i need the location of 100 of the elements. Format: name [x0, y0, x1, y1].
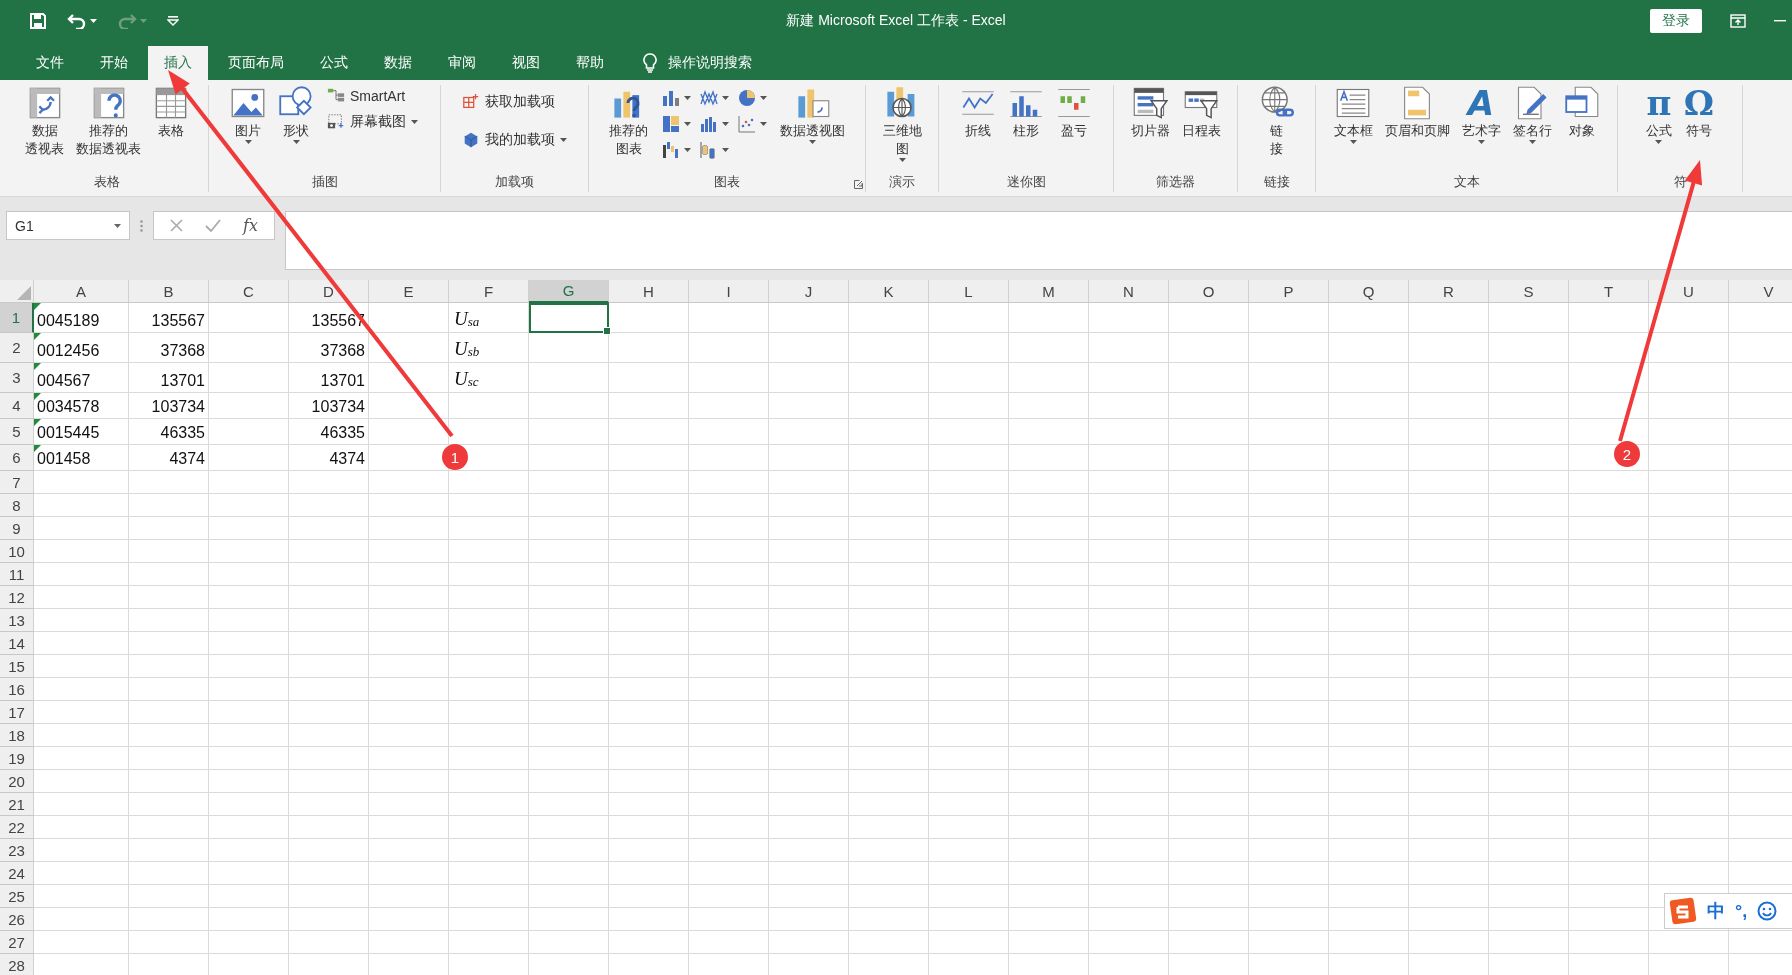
input-mode-toggle[interactable]: 中 — [1707, 899, 1725, 923]
column-header[interactable]: N — [1089, 280, 1169, 303]
row-header[interactable]: 6 — [0, 445, 34, 471]
row-header[interactable]: 14 — [0, 632, 34, 655]
row-header[interactable]: 21 — [0, 793, 34, 816]
ribbon-button[interactable]: 获取加载项 — [460, 91, 569, 113]
column-header[interactable]: D — [289, 280, 369, 303]
row-header[interactable]: 4 — [0, 393, 34, 419]
enter-button[interactable] — [205, 219, 221, 232]
ribbon-tab[interactable]: 插入 — [148, 46, 208, 80]
ribbon-button[interactable]: SmartArt — [325, 85, 420, 107]
line-scatter-chart-icon — [699, 88, 719, 108]
ribbon-tab[interactable]: 文件 — [20, 46, 80, 80]
tell-me-search[interactable]: 操作说明搜索 — [636, 46, 758, 80]
ribbon-tab[interactable]: 数据 — [368, 46, 428, 80]
column-header[interactable]: Q — [1329, 280, 1409, 303]
row-header[interactable]: 19 — [0, 747, 34, 770]
ribbon-tab[interactable]: 页面布局 — [212, 46, 300, 80]
row-header[interactable]: 2 — [0, 333, 34, 363]
caret-icon — [1528, 140, 1536, 144]
ribbon-button[interactable]: 日程表 — [1176, 85, 1226, 139]
column-header[interactable]: H — [609, 280, 689, 303]
ribbon-button[interactable]: 折线 — [955, 85, 1001, 139]
ribbon-button[interactable]: A 艺术字 — [1456, 85, 1506, 144]
ribbon-button[interactable]: 图片 — [225, 85, 271, 144]
ribbon-button[interactable]: 推荐的 数据透视表 — [71, 85, 146, 157]
ribbon-button[interactable]: 对象 — [1558, 85, 1605, 139]
column-header[interactable]: T — [1569, 280, 1649, 303]
row-header[interactable]: 22 — [0, 816, 34, 839]
waterfall-chart-icon — [661, 140, 681, 160]
ribbon-button[interactable]: 柱形 — [1003, 85, 1049, 139]
ribbon-button[interactable]: 链 接 — [1253, 85, 1300, 157]
insert-function-button[interactable]: fx — [243, 216, 258, 235]
ribbon-button[interactable]: 我的加载项 — [460, 129, 569, 151]
row-header[interactable]: 8 — [0, 494, 34, 517]
ribbon-button[interactable]: 三维地 图 — [877, 85, 927, 162]
column-header[interactable]: I — [689, 280, 769, 303]
ribbon-button[interactable]: 数据透视图 — [775, 85, 850, 144]
row-header[interactable]: 10 — [0, 540, 34, 563]
row-header[interactable]: 1 — [0, 303, 34, 333]
row-header[interactable]: 20 — [0, 770, 34, 793]
column-header[interactable]: F — [449, 280, 529, 303]
ribbon-button[interactable]: Ω 符号 — [1678, 85, 1720, 139]
dialog-launcher-button[interactable] — [854, 180, 863, 189]
name-box[interactable]: G1 — [6, 211, 130, 240]
column-header[interactable]: O — [1169, 280, 1249, 303]
ribbon-tab[interactable]: 开始 — [84, 46, 144, 80]
row-header[interactable]: 7 — [0, 471, 34, 494]
ribbon-button[interactable]: π 公式 — [1640, 85, 1677, 144]
row-header[interactable]: 27 — [0, 931, 34, 954]
ribbon-tab[interactable]: 公式 — [304, 46, 364, 80]
ribbon-display-button[interactable] — [1730, 13, 1746, 28]
ribbon-button[interactable]: 签名行 — [1507, 85, 1557, 144]
row-header[interactable]: 12 — [0, 586, 34, 609]
row-header[interactable]: 3 — [0, 363, 34, 393]
row-header[interactable]: 5 — [0, 419, 34, 445]
fill-handle[interactable] — [603, 327, 611, 335]
ribbon-tab[interactable]: 帮助 — [560, 46, 620, 80]
ribbon-button[interactable]: 数据 透视表 — [20, 85, 69, 157]
column-header[interactable]: G — [529, 280, 609, 303]
row-header[interactable]: 15 — [0, 655, 34, 678]
column-header[interactable]: L — [929, 280, 1009, 303]
row-header[interactable]: 18 — [0, 724, 34, 747]
row-header[interactable]: 9 — [0, 517, 34, 540]
column-header[interactable]: C — [209, 280, 289, 303]
column-header[interactable]: B — [129, 280, 209, 303]
row-header[interactable]: 28 — [0, 954, 34, 975]
row-header[interactable]: 24 — [0, 862, 34, 885]
sign-in-button[interactable]: 登录 — [1650, 8, 1702, 33]
row-header[interactable]: 16 — [0, 678, 34, 701]
column-header[interactable]: R — [1409, 280, 1489, 303]
ribbon-button[interactable]: 形状 — [273, 85, 319, 144]
column-header[interactable]: P — [1249, 280, 1329, 303]
cancel-button[interactable] — [170, 219, 183, 232]
ribbon-tab[interactable]: 审阅 — [432, 46, 492, 80]
ribbon-button[interactable]: 切片器 — [1125, 85, 1175, 139]
row-header[interactable]: 23 — [0, 839, 34, 862]
ribbon-button[interactable]: 文本框 — [1328, 85, 1378, 144]
ribbon-button[interactable]: 推荐的 图表 — [604, 85, 653, 157]
column-header[interactable]: A — [34, 280, 129, 303]
column-header[interactable]: S — [1489, 280, 1569, 303]
error-flag-icon — [34, 419, 41, 426]
column-header[interactable]: E — [369, 280, 449, 303]
ribbon-button[interactable]: 页眉和页脚 — [1379, 85, 1455, 139]
ribbon-button[interactable]: 屏幕截图 — [325, 111, 420, 133]
column-header[interactable]: U — [1649, 280, 1729, 303]
smiley-icon — [1757, 901, 1778, 921]
row-header[interactable]: 13 — [0, 609, 34, 632]
column-header[interactable]: V — [1729, 280, 1792, 303]
column-header[interactable]: K — [849, 280, 929, 303]
ribbon-button[interactable]: 盈亏 — [1051, 85, 1097, 139]
row-header[interactable]: 26 — [0, 908, 34, 931]
column-header[interactable]: J — [769, 280, 849, 303]
row-header[interactable]: 25 — [0, 885, 34, 908]
row-header[interactable]: 17 — [0, 701, 34, 724]
punctuation-toggle[interactable]: °, — [1735, 900, 1748, 922]
ribbon-tab[interactable]: 视图 — [496, 46, 556, 80]
column-header[interactable]: M — [1009, 280, 1089, 303]
row-header[interactable]: 11 — [0, 563, 34, 586]
formula-input[interactable] — [284, 211, 1792, 270]
